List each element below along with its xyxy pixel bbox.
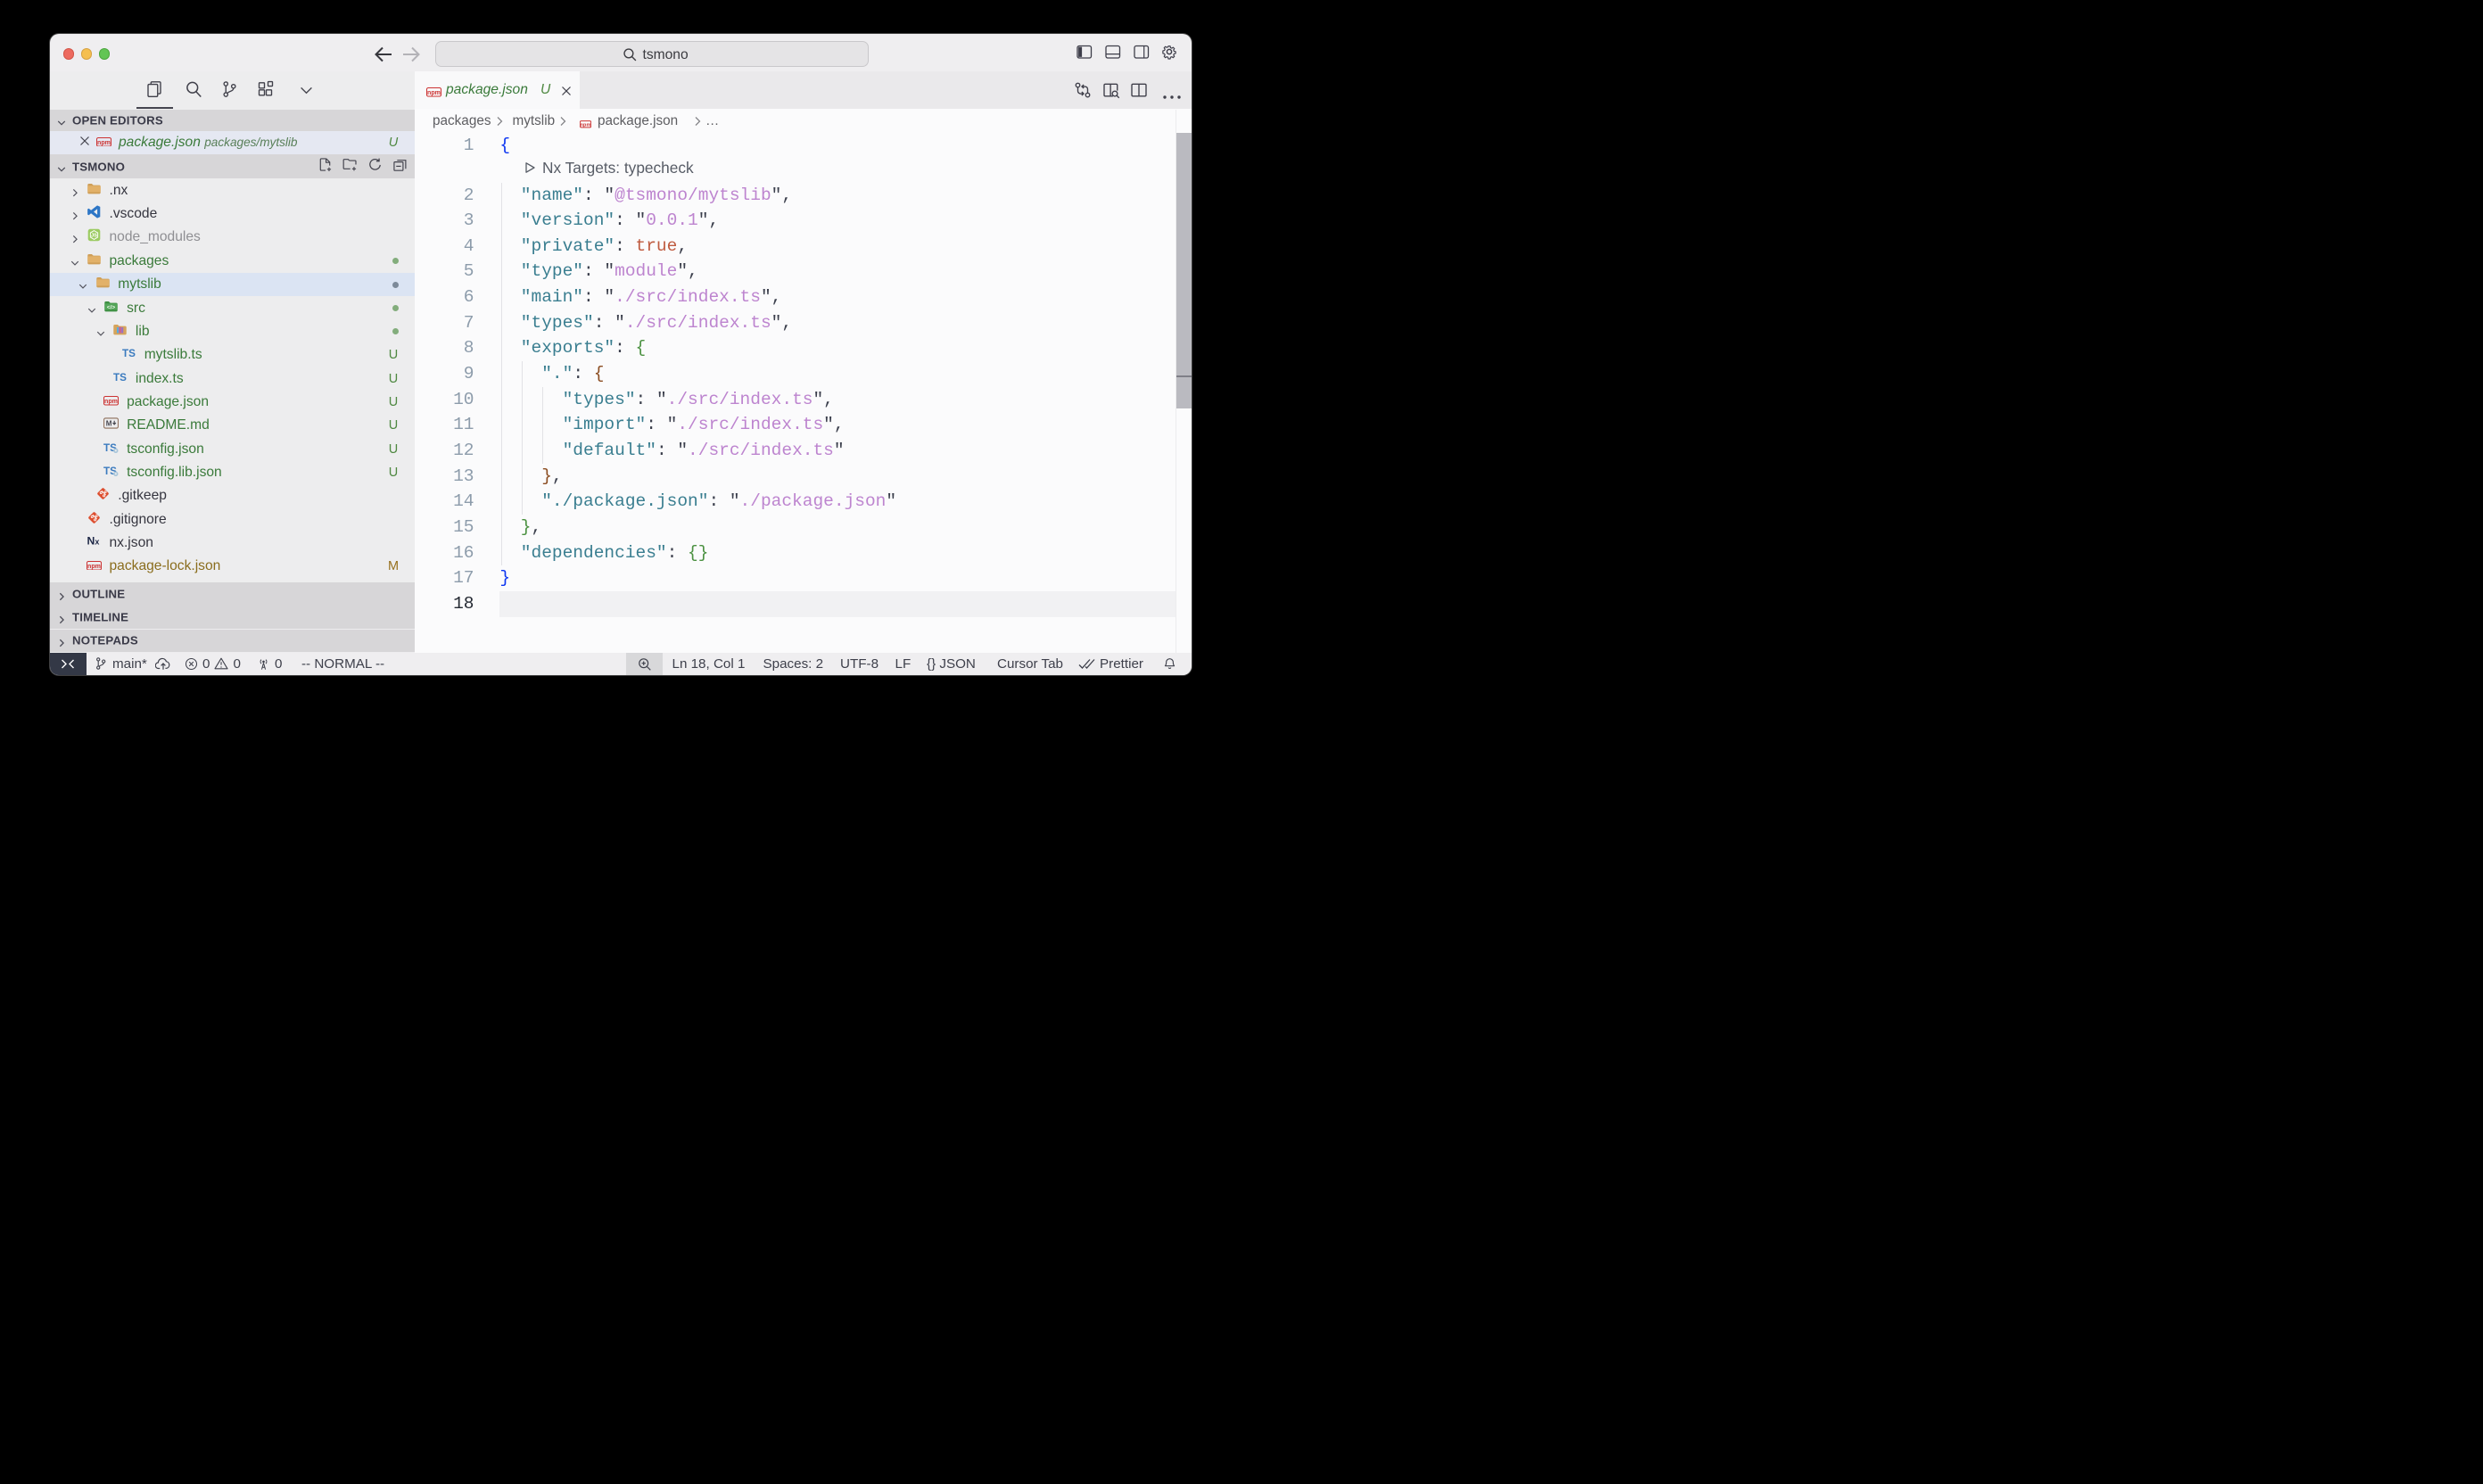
svg-text:npm: npm: [580, 122, 590, 128]
svg-text:N: N: [87, 535, 95, 548]
svg-text:x: x: [95, 538, 99, 547]
svg-text:npm: npm: [87, 563, 101, 570]
svg-text:npm: npm: [427, 89, 441, 96]
svg-text:</>: </>: [107, 304, 116, 310]
svg-text:M: M: [106, 420, 112, 428]
svg-text:JS: JS: [91, 234, 97, 239]
svg-text:TS: TS: [113, 372, 127, 383]
svg-text:TS: TS: [122, 348, 136, 359]
svg-text:npm: npm: [104, 398, 118, 405]
svg-text:npm: npm: [97, 138, 111, 145]
